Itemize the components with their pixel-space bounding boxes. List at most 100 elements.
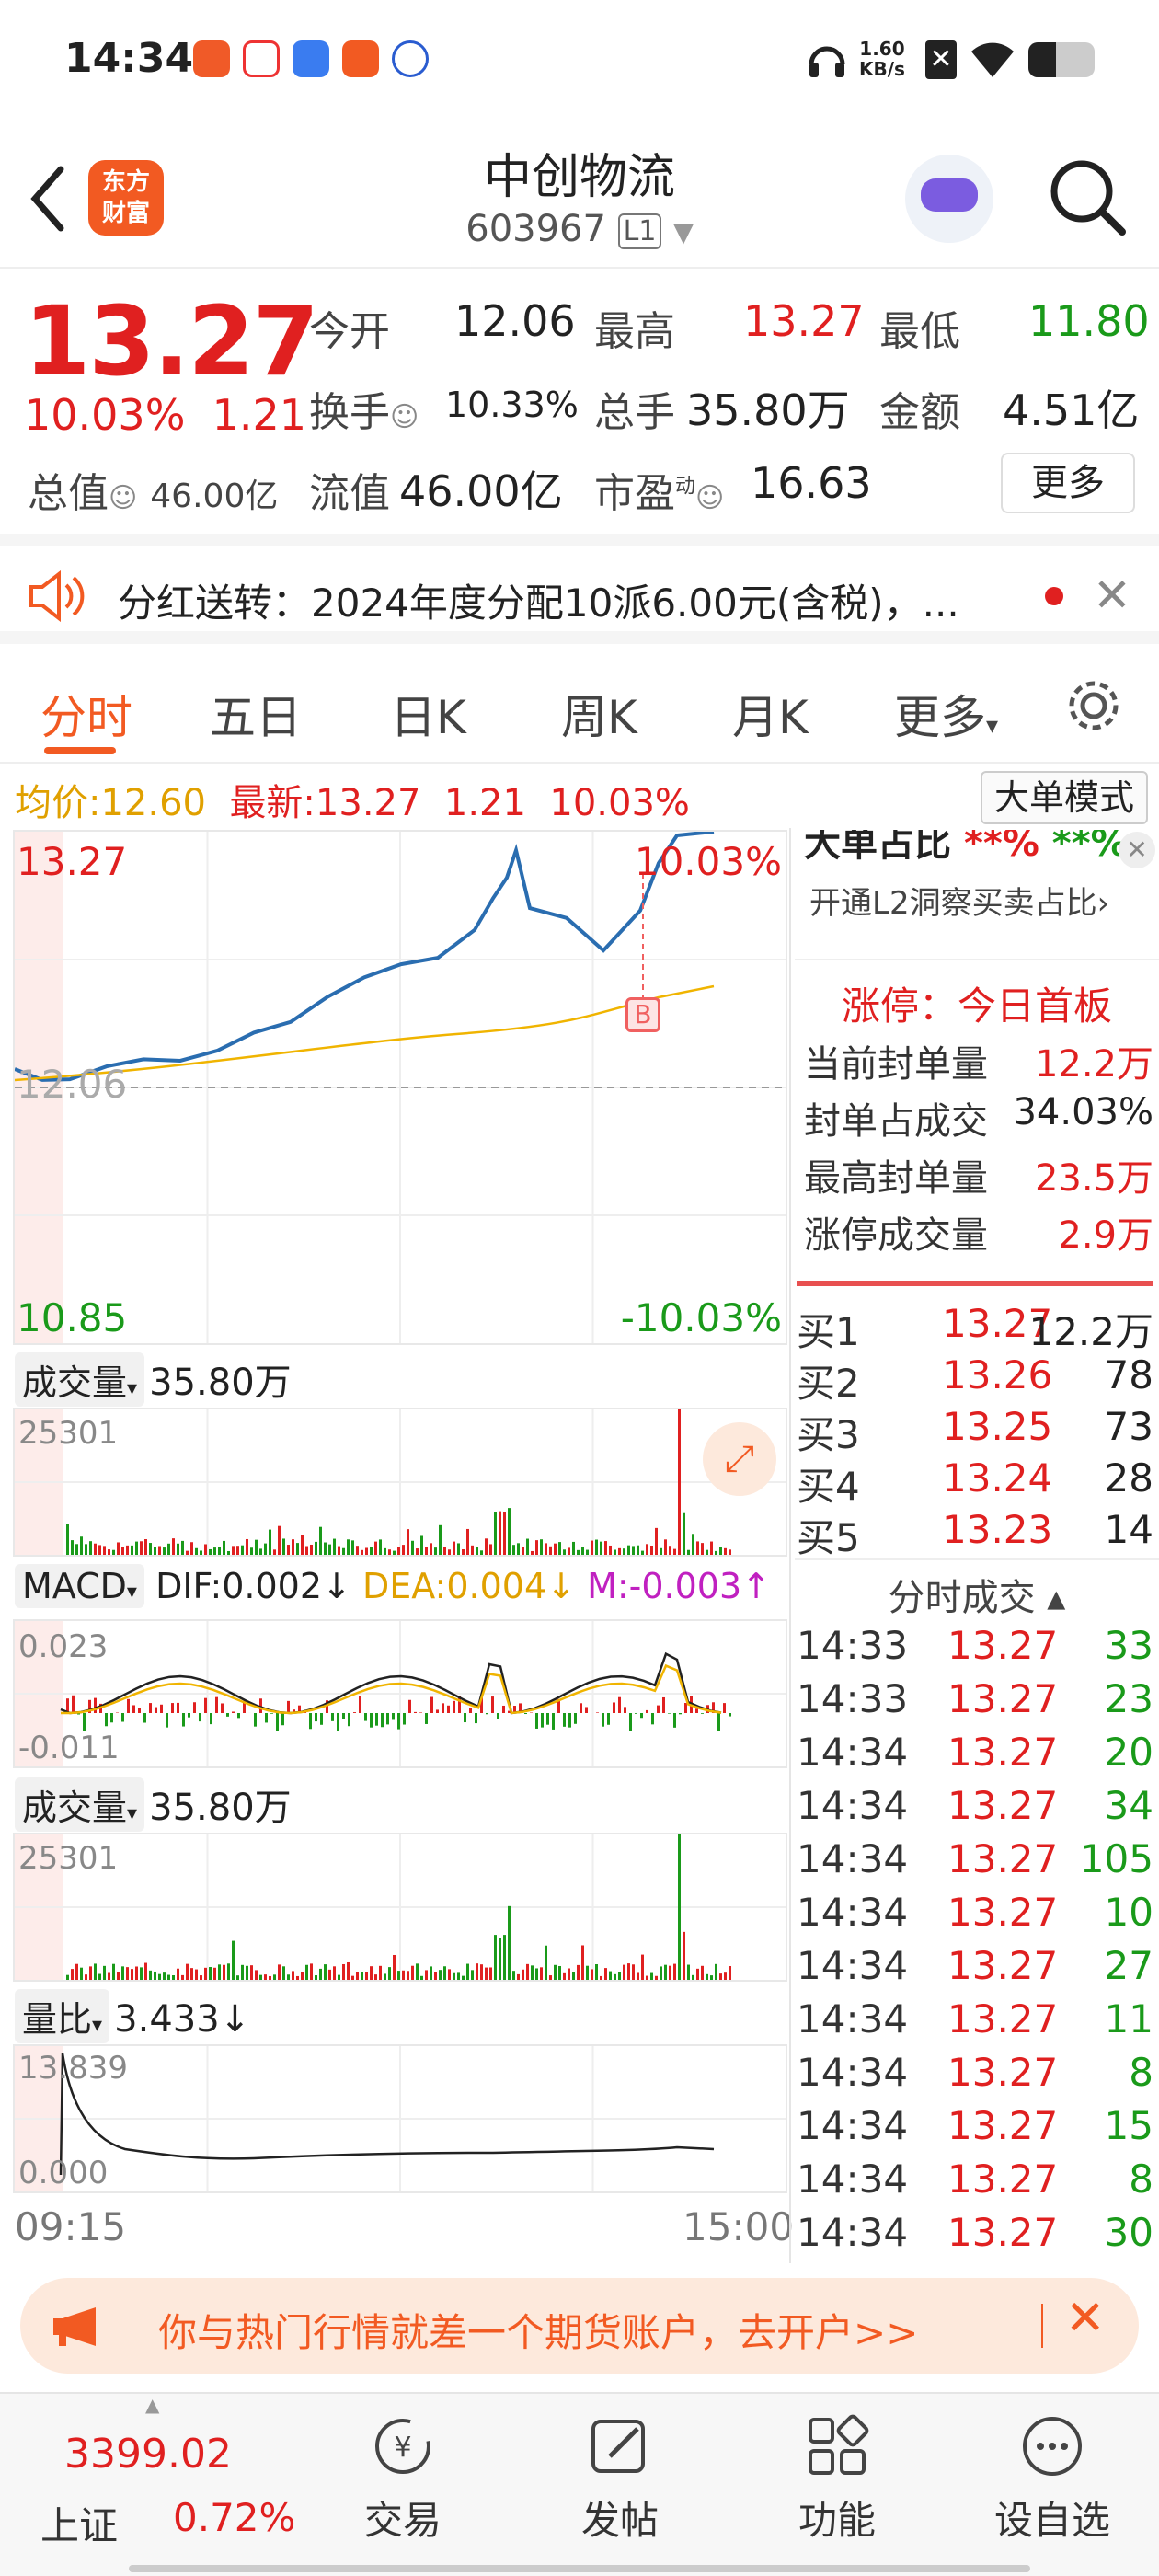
- search-icon[interactable]: [1047, 156, 1130, 239]
- tick-volume: 20: [1104, 1730, 1153, 1775]
- l2-link[interactable]: 开通L2洞察买卖占比›: [809, 878, 1109, 923]
- nav-post[interactable]: 发帖: [528, 2394, 712, 2546]
- tick-time: 14:34: [797, 1943, 909, 1988]
- tick-volume: 105: [1079, 1836, 1153, 1881]
- tick-time: 14:34: [797, 2210, 909, 2255]
- nav-trade[interactable]: ¥ 交易: [311, 2394, 495, 2546]
- big-order-mode-button[interactable]: 大单模式: [981, 771, 1148, 824]
- ob-label: 买3: [797, 1412, 860, 1457]
- more-quote-button[interactable]: 更多: [1001, 453, 1135, 513]
- stat-value: 12.2万: [1034, 1043, 1153, 1086]
- amount-value: 4.51亿: [1003, 385, 1140, 435]
- tick-time: 14:34: [797, 1836, 909, 1881]
- nav-functions[interactable]: 功能: [745, 2394, 929, 2546]
- tab-daily-k[interactable]: 日K: [390, 681, 466, 747]
- trade-tick-row: 14:34 13.27 34: [795, 1783, 1153, 1836]
- ob-price: 13.23: [942, 1507, 1053, 1552]
- volume-scale: 25301: [18, 1415, 119, 1452]
- ratio-dropdown[interactable]: 量比▾: [15, 1989, 110, 2043]
- tick-price: 13.27: [947, 2103, 1059, 2148]
- y-axis-bottom: 10.85: [17, 1295, 128, 1340]
- trade-tick-row: 14:34 13.27 11: [795, 1996, 1153, 2050]
- time-axis-start: 09:15: [15, 2204, 127, 2249]
- chevron-down-icon: ▼: [673, 217, 694, 247]
- trades-title[interactable]: 分时成交 ▴: [795, 1568, 1159, 1621]
- tick-price: 13.27: [947, 1783, 1059, 1828]
- volume-value: 35.80万: [686, 385, 850, 435]
- tick-price: 13.27: [947, 1836, 1059, 1881]
- index-pct[interactable]: 0.72%: [173, 2495, 295, 2540]
- close-icon[interactable]: ✕: [1119, 832, 1155, 868]
- tick-time: 14:34: [797, 2103, 909, 2148]
- notice-text: 分红送转：2024年度分配10派6.00元(含税)，...: [118, 581, 959, 626]
- sim-off-icon: ✕: [925, 40, 957, 79]
- chart-tabs: 分时 五日 日K 周K 月K 更多▾: [0, 644, 1159, 764]
- settings-gear-icon[interactable]: [1063, 675, 1124, 736]
- tab-five-day[interactable]: 五日: [210, 681, 302, 747]
- volume2-scale: 25301: [18, 1840, 119, 1877]
- tick-price: 13.27: [947, 2210, 1059, 2255]
- ob-price: 13.26: [942, 1352, 1053, 1397]
- ob-label: 买4: [797, 1464, 860, 1509]
- macd-dropdown[interactable]: MACD▾: [15, 1564, 144, 1608]
- order-book-row: 买1 13.27 12.2万: [795, 1301, 1153, 1354]
- macd-scale-top: 0.023: [18, 1628, 109, 1665]
- svg-text:¥: ¥: [394, 2432, 411, 2464]
- stat-value: 23.5万: [1034, 1157, 1153, 1200]
- tab-more[interactable]: 更多▾: [894, 681, 998, 747]
- ob-label: 买2: [797, 1361, 860, 1406]
- tab-intraday[interactable]: 分时: [40, 681, 132, 747]
- pe-value: 16.63: [751, 458, 872, 508]
- volume-dropdown[interactable]: 成交量▾: [15, 1352, 145, 1407]
- expand-icon[interactable]: ⤢: [703, 1422, 776, 1496]
- tick-time: 14:34: [797, 1890, 909, 1935]
- tick-volume: 30: [1104, 2210, 1153, 2255]
- volume2-dropdown[interactable]: 成交量▾: [15, 1777, 145, 1832]
- app-blue-icon: [293, 40, 329, 77]
- big-order-ratio[interactable]: 大单占比 **% **% ✕ 开通L2洞察买卖占比›: [795, 830, 1159, 959]
- close-icon[interactable]: ✕: [1065, 2291, 1106, 2346]
- macd-scale-bottom: -0.011: [18, 1730, 120, 1766]
- tick-time: 14:34: [797, 2156, 909, 2202]
- market-cap: 总值☺ 46.00亿: [28, 470, 279, 517]
- tick-volume: 8: [1129, 2050, 1153, 2095]
- price-change: 10.03% 1.21: [24, 390, 307, 440]
- tick-price: 13.27: [947, 1623, 1059, 1668]
- intraday-chart[interactable]: 13.27 12.06 10.85 10.03% -10.03% B: [13, 830, 787, 1345]
- tick-volume: 23: [1104, 1676, 1153, 1721]
- order-book-row: 买4 13.24 28: [795, 1455, 1153, 1509]
- low-value: 11.80: [1028, 296, 1150, 346]
- stat-label: 最高封单量: [804, 1157, 988, 1200]
- edit-icon: [591, 2420, 645, 2473]
- tick-volume: 8: [1129, 2156, 1153, 2202]
- robot-assistant-icon[interactable]: [905, 155, 993, 243]
- tick-time: 14:33: [797, 1623, 909, 1668]
- volume-ratio-chart: 13.839 0.000: [13, 2044, 787, 2193]
- ob-label: 买5: [797, 1515, 860, 1560]
- nav-add-watchlist[interactable]: 设自选: [960, 2394, 1144, 2546]
- futures-banner[interactable]: 你与热门行情就差一个期货账户，去开户>> ✕: [20, 2278, 1139, 2374]
- info-icon: ☺: [109, 482, 138, 514]
- pe-label: 市盈动☺: [594, 470, 725, 517]
- index-name[interactable]: 上证: [40, 2495, 118, 2551]
- trade-tick-row: 14:34 13.27 8: [795, 2156, 1153, 2210]
- ob-volume: 14: [1104, 1507, 1153, 1552]
- close-icon[interactable]: ✕: [1093, 569, 1131, 622]
- headphones-icon: [809, 46, 845, 77]
- dividend-notice[interactable]: 分红送转：2024年度分配10派6.00元(含税)，... ✕: [0, 534, 1159, 644]
- buy-marker[interactable]: B: [625, 997, 660, 1032]
- index-value[interactable]: 3399.02: [64, 2431, 232, 2478]
- tick-price: 13.27: [947, 1996, 1059, 2041]
- tab-monthly-k[interactable]: 月K: [732, 681, 809, 747]
- volume-label: 总手: [594, 389, 675, 436]
- tick-time: 14:33: [797, 1676, 909, 1721]
- tick-price: 13.27: [947, 2050, 1059, 2095]
- stat-label: 当前封单量: [804, 1043, 988, 1086]
- active-tab-indicator: [44, 747, 116, 754]
- tab-weekly-k[interactable]: 周K: [561, 681, 637, 747]
- volume-chart: 25301 ⤢: [13, 1408, 787, 1557]
- order-book-row: 买2 13.26 78: [795, 1352, 1153, 1406]
- unread-dot: [1045, 587, 1063, 605]
- high-value: 13.27: [743, 296, 865, 346]
- status-bar: 14:34 1.60 KB/s ✕: [0, 0, 1159, 120]
